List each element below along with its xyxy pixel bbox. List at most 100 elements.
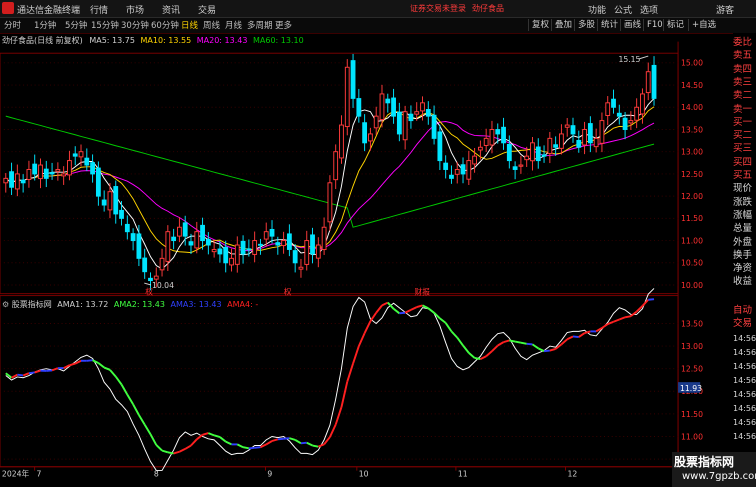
menu-trade[interactable]: 交易 xyxy=(198,3,216,16)
ama2-segment xyxy=(537,347,545,353)
ama2-segment xyxy=(294,439,302,445)
ama4-value: AMA4: - xyxy=(227,300,259,309)
ama2-segment xyxy=(334,406,343,425)
period-weekly[interactable]: 周线 xyxy=(203,19,220,31)
ama2-segment xyxy=(392,308,400,315)
ama2-segment xyxy=(549,347,556,352)
quote-field-label: 买二 xyxy=(733,130,753,142)
ama2-segment xyxy=(97,362,105,369)
period-monthly[interactable]: 月线 xyxy=(225,19,242,31)
ama2-segment xyxy=(543,349,550,353)
period-60min[interactable]: 60分钟 xyxy=(151,19,179,31)
candle xyxy=(587,116,593,153)
period-more[interactable]: 更多 xyxy=(275,19,292,31)
ama2-segment xyxy=(22,372,30,377)
candle xyxy=(628,111,634,130)
candle xyxy=(611,89,616,114)
menu-options[interactable]: 选项 xyxy=(640,3,658,16)
period-daily[interactable]: 日线 xyxy=(181,19,198,31)
candle xyxy=(396,102,402,142)
ama2-segment xyxy=(479,355,487,360)
candle xyxy=(368,127,373,151)
ama2-segment xyxy=(329,424,337,438)
trade-time: 14:56 xyxy=(733,404,756,413)
candle xyxy=(477,140,483,160)
quote-field-label: 换手 xyxy=(733,249,753,261)
menu-news[interactable]: 资讯 xyxy=(162,3,180,16)
candle xyxy=(385,93,391,113)
indicator-tick-label: 12.50 xyxy=(681,365,703,374)
menu-market[interactable]: 市场 xyxy=(126,3,144,16)
candle xyxy=(49,162,55,180)
x-axis-year: 2024年 xyxy=(2,468,30,478)
candle xyxy=(350,53,356,108)
period-30min[interactable]: 30分钟 xyxy=(121,19,149,31)
price-tick-label: 13.00 xyxy=(681,148,703,157)
candle xyxy=(547,131,553,164)
kline-chart[interactable]: 15.00 14.50 14.00 13.50 13.00 12.50 12.00 11.50… xyxy=(0,33,705,487)
ama2-segment xyxy=(514,340,522,344)
event-marker-2: 权 xyxy=(284,287,292,297)
ama2-segment xyxy=(103,366,111,371)
statistics-button[interactable]: 统计 xyxy=(597,19,621,31)
user-label[interactable]: 游客 xyxy=(716,3,734,16)
menu-functions[interactable]: 功能 xyxy=(588,3,606,16)
ama2-segment xyxy=(184,444,192,450)
ama2-segment xyxy=(410,306,418,311)
quote-field-label: 卖四 xyxy=(733,63,753,75)
menu-market-quotes[interactable]: 行情 xyxy=(90,3,108,16)
period-1min[interactable]: 1分钟 xyxy=(34,19,56,31)
ama2-segment xyxy=(572,335,579,338)
price-tick-label: 10.00 xyxy=(681,281,703,290)
price-tick-label: 11.50 xyxy=(681,214,703,223)
candle xyxy=(599,112,605,153)
ama2-segment xyxy=(236,443,244,449)
adjust-button[interactable]: 复权 xyxy=(528,19,552,31)
candle xyxy=(67,150,72,181)
period-timeshare[interactable]: 分时 xyxy=(4,19,21,31)
watermark-title: 股票指标网 xyxy=(674,455,735,469)
candle xyxy=(564,118,570,137)
draw-line-button[interactable]: 画线 xyxy=(620,19,644,31)
gear-icon[interactable]: ⚙ xyxy=(2,300,9,309)
ama2-segment xyxy=(92,359,99,364)
ama2-segment xyxy=(346,363,354,382)
add-watchlist-button[interactable]: +自选 xyxy=(688,19,719,31)
candle xyxy=(559,124,564,155)
candle xyxy=(437,124,443,171)
indicator-name[interactable]: 股票指标网 xyxy=(12,300,52,309)
ama2-segment xyxy=(167,451,174,455)
multi-stock-button[interactable]: 多股 xyxy=(574,19,598,31)
period-15min[interactable]: 15分钟 xyxy=(91,19,119,31)
candle xyxy=(229,248,234,272)
ama2-segment xyxy=(5,372,13,379)
candle xyxy=(605,96,611,126)
panel-tab-1[interactable]: 交易 xyxy=(733,318,756,329)
ama2-segment xyxy=(28,371,35,375)
candle xyxy=(408,105,414,129)
trade-login-notice[interactable]: 证券交易未登录 xyxy=(410,3,466,14)
ama2-value: AMA2: 13.43 xyxy=(113,300,165,309)
period-multi[interactable]: 多周期 xyxy=(247,19,273,31)
x-axis-month: 9 xyxy=(267,469,272,478)
ama2-segment xyxy=(474,357,481,361)
panel-tab-0[interactable]: 自动 xyxy=(733,305,756,316)
mark-button[interactable]: 标记 xyxy=(663,19,687,31)
overlay-button[interactable]: 叠加 xyxy=(551,19,575,31)
candle xyxy=(645,62,651,101)
menu-formula[interactable]: 公式 xyxy=(614,3,632,16)
x-axis-month: 7 xyxy=(37,469,42,478)
price-axis: 15.00 14.50 14.00 13.50 13.00 12.50 12.00 11.50… xyxy=(681,59,703,290)
x-axis: 7 8 9 10 11 12 xyxy=(34,466,577,478)
ama2-segment xyxy=(444,322,453,332)
candle xyxy=(530,137,535,171)
ama2-segment xyxy=(439,317,447,324)
ama2-segment xyxy=(485,350,493,357)
candlesticks xyxy=(3,53,657,291)
period-5min[interactable]: 5分钟 xyxy=(65,19,87,31)
candle xyxy=(38,158,43,189)
ama2-segment xyxy=(138,414,146,426)
ama2-segment xyxy=(381,301,389,307)
ama2-segment xyxy=(560,338,568,346)
candle xyxy=(373,106,379,135)
